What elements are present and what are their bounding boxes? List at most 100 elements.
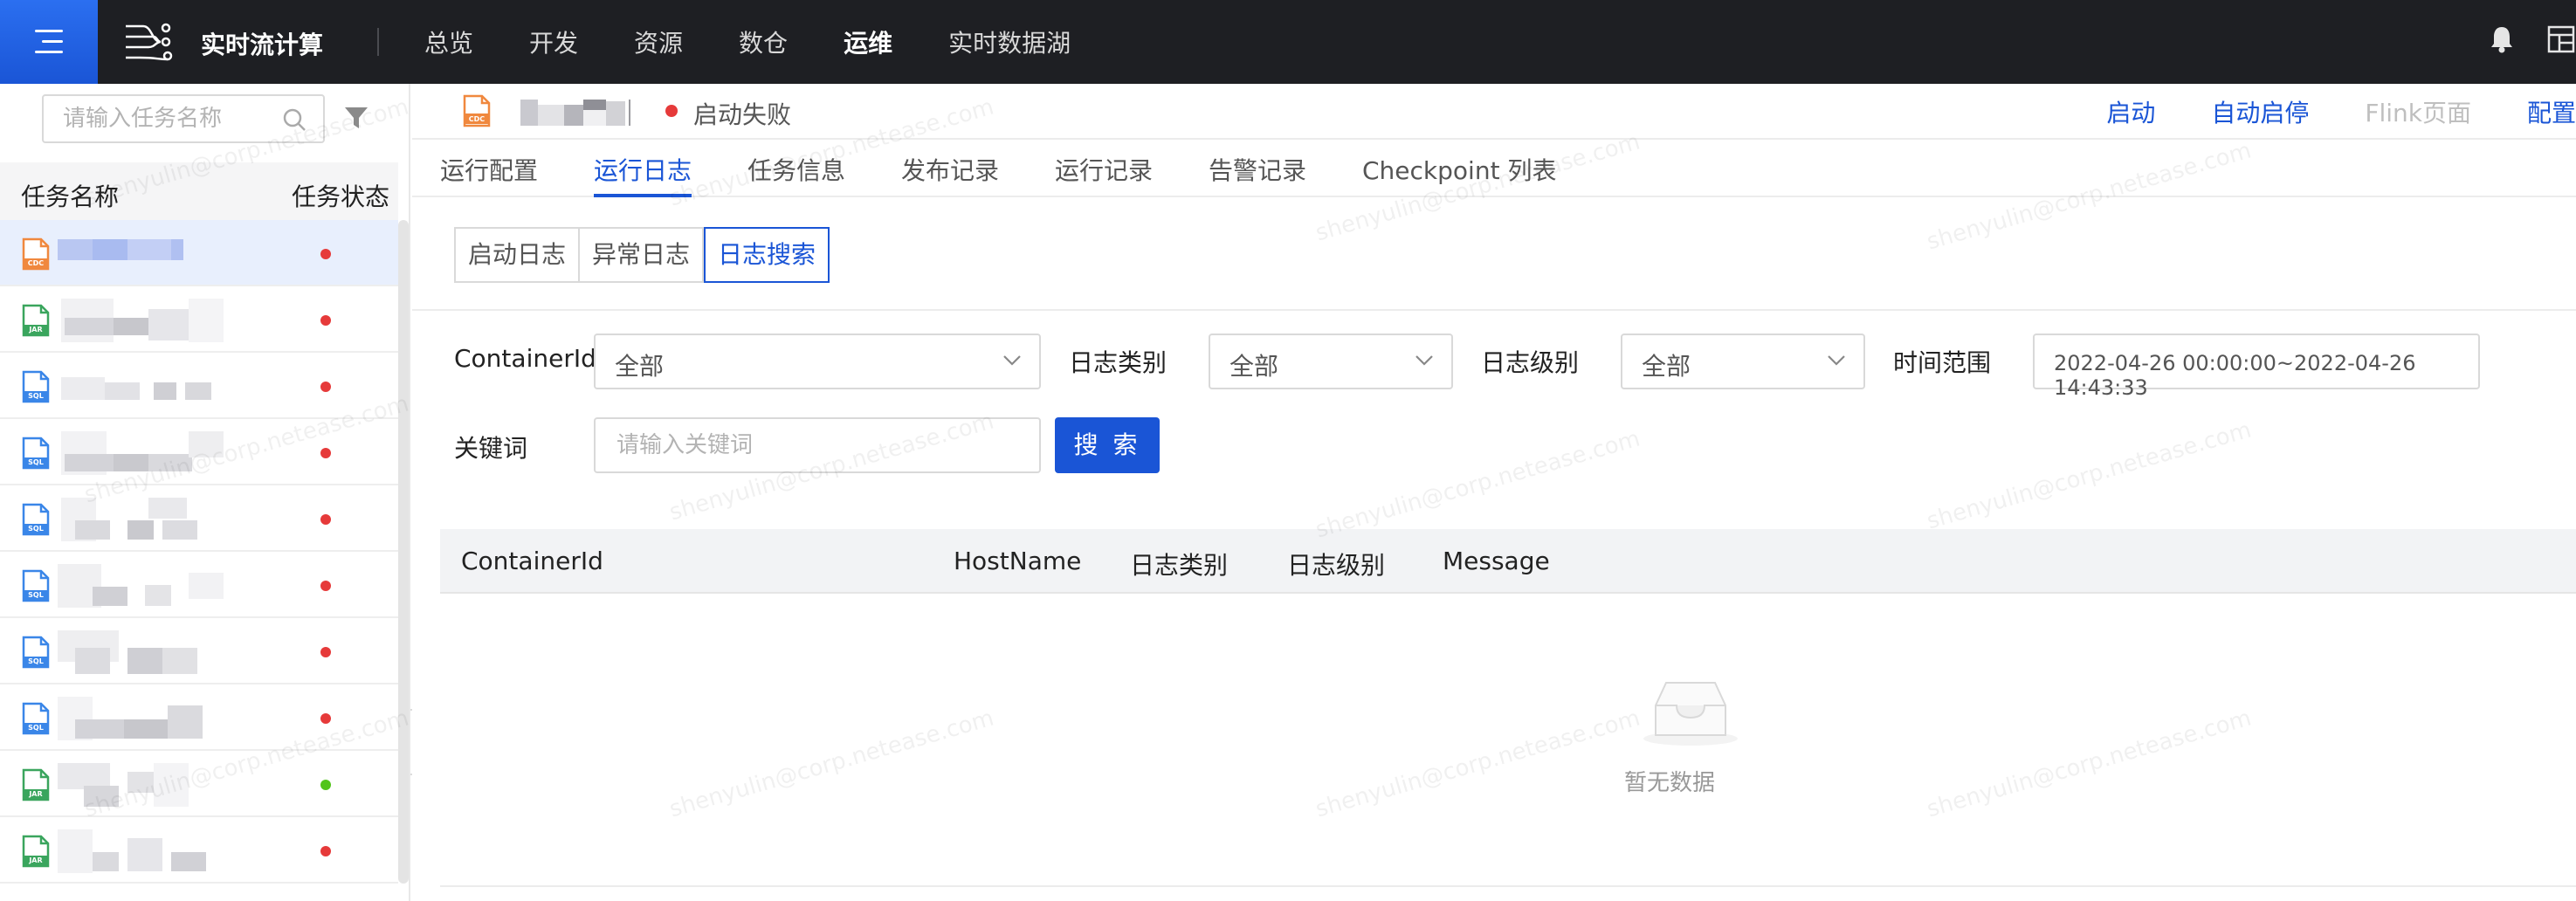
log-table-header: ContainerId HostName 日志类别 日志级别 Message bbox=[440, 529, 2576, 594]
config-button[interactable]: 配置 bbox=[2527, 94, 2576, 129]
menu-button[interactable] bbox=[0, 0, 98, 84]
flink-page-button[interactable]: Flink页面 bbox=[2365, 94, 2471, 129]
jar-file-icon: JAR bbox=[21, 835, 51, 868]
task-list-item[interactable]: SQL bbox=[0, 552, 398, 618]
nav-resources[interactable]: 资源 bbox=[634, 24, 683, 59]
container-id-label: ContainerId bbox=[454, 344, 596, 373]
tab-publish-records[interactable]: 发布记录 bbox=[901, 152, 999, 187]
jar-file-icon: JAR bbox=[21, 768, 51, 801]
time-range-picker[interactable]: 2022-04-26 00:00:00~2022-04-26 14:43:33 bbox=[2033, 334, 2480, 400]
task-name-redacted bbox=[58, 630, 227, 674]
task-status-text: 启动失败 bbox=[693, 100, 792, 129]
nav-ops[interactable]: 运维 bbox=[844, 24, 892, 59]
nav-data-lake[interactable]: 实时数据湖 bbox=[948, 24, 1071, 59]
section-divider bbox=[412, 309, 2576, 311]
search-button[interactable]: 搜 索 bbox=[1055, 417, 1160, 473]
sql-file-icon: SQL bbox=[21, 636, 51, 669]
log-type-value: 全部 bbox=[1229, 352, 1279, 381]
task-list-item[interactable]: JAR bbox=[0, 817, 398, 884]
col-task-name: 任务名称 bbox=[21, 182, 120, 211]
task-type-tag: SQL bbox=[23, 657, 49, 667]
task-type-tag: CDC bbox=[468, 115, 486, 123]
task-list-item[interactable]: SQL bbox=[0, 485, 398, 552]
subtab-log-search[interactable]: 日志搜索 bbox=[704, 227, 830, 283]
task-search-box bbox=[42, 94, 325, 143]
tab-run-config[interactable]: 运行配置 bbox=[440, 152, 538, 187]
sql-file-icon: SQL bbox=[21, 437, 51, 470]
auto-restart-button[interactable]: 自动启停 bbox=[2211, 94, 2309, 129]
task-status-dot bbox=[320, 514, 331, 525]
nav-overview[interactable]: 总览 bbox=[424, 24, 473, 59]
task-name-redacted bbox=[58, 564, 227, 608]
table-bottom-border bbox=[440, 885, 2576, 887]
task-status-dot bbox=[320, 581, 331, 591]
col-hostname: HostName bbox=[954, 547, 1082, 575]
task-status-dot bbox=[320, 780, 331, 790]
tab-run-records[interactable]: 运行记录 bbox=[1055, 152, 1153, 187]
tab-checkpoint-list[interactable]: Checkpoint 列表 bbox=[1362, 152, 1556, 187]
col-log-type: 日志类别 bbox=[1130, 551, 1229, 580]
task-list-item[interactable]: JAR bbox=[0, 751, 398, 817]
subtab-start-log[interactable]: 启动日志 bbox=[454, 227, 581, 283]
task-name-redacted bbox=[58, 697, 227, 740]
sql-file-icon: SQL bbox=[21, 569, 51, 602]
task-status-dot bbox=[320, 448, 331, 458]
task-type-tag: JAR bbox=[23, 856, 49, 866]
log-level-select[interactable]: 全部 bbox=[1621, 334, 1865, 389]
task-name-redacted bbox=[58, 498, 227, 541]
top-bar: 实时流计算 总览 开发 资源 数仓 运维 实时数据湖 bbox=[0, 0, 2576, 84]
tab-task-info[interactable]: 任务信息 bbox=[747, 152, 845, 187]
nav-develop[interactable]: 开发 bbox=[529, 24, 578, 59]
task-type-tag: SQL bbox=[23, 590, 49, 601]
task-status-dot bbox=[320, 713, 331, 724]
task-sidebar: 任务名称 任务状态 CDC JAR SQL SQL SQL SQL SQL SQL JAR JAR bbox=[0, 84, 410, 901]
hamburger-icon bbox=[35, 30, 63, 54]
task-name-redacted bbox=[58, 829, 227, 873]
col-log-level: 日志级别 bbox=[1287, 551, 1386, 580]
task-type-icon: CDC bbox=[463, 94, 491, 127]
task-type-tag: SQL bbox=[23, 723, 49, 733]
container-id-value: 全部 bbox=[615, 352, 665, 381]
container-id-select[interactable]: 全部 bbox=[594, 334, 1041, 389]
task-name-redacted bbox=[58, 365, 227, 409]
keyword-input[interactable] bbox=[594, 417, 1041, 473]
tab-run-log[interactable]: 运行日志 bbox=[594, 152, 692, 187]
bell-icon[interactable] bbox=[2489, 24, 2515, 54]
sidebar-scrollbar[interactable] bbox=[398, 220, 409, 884]
log-level-label: 日志级别 bbox=[1481, 348, 1580, 377]
task-list-item[interactable]: SQL bbox=[0, 618, 398, 684]
task-list-item[interactable]: JAR bbox=[0, 286, 398, 353]
task-list: CDC JAR SQL SQL SQL SQL SQL SQL JAR JAR bbox=[0, 220, 398, 884]
task-type-tag: CDC bbox=[23, 258, 49, 269]
sql-file-icon: SQL bbox=[21, 503, 51, 536]
start-button[interactable]: 启动 bbox=[2106, 94, 2155, 129]
task-actions: 启动 自动启停 Flink页面 配置 bbox=[2050, 94, 2576, 129]
cdc-file-icon: CDC bbox=[21, 237, 51, 271]
task-name-redacted bbox=[58, 232, 227, 276]
task-list-item[interactable]: SQL bbox=[0, 684, 398, 751]
nav-warehouse[interactable]: 数仓 bbox=[739, 24, 788, 59]
subtab-exception-log[interactable]: 异常日志 bbox=[580, 227, 705, 283]
chevron-down-icon bbox=[1415, 355, 1433, 366]
task-list-item[interactable]: CDC bbox=[0, 220, 398, 286]
task-status-dot bbox=[320, 846, 331, 856]
filter-icon[interactable] bbox=[343, 105, 369, 131]
col-message: Message bbox=[1443, 547, 1550, 575]
task-name-redacted bbox=[520, 96, 637, 127]
nav-divider bbox=[377, 28, 379, 56]
task-status-dot bbox=[320, 647, 331, 657]
task-list-item[interactable]: SQL bbox=[0, 419, 398, 485]
task-search-input[interactable] bbox=[44, 96, 262, 141]
tab-alert-records[interactable]: 告警记录 bbox=[1209, 152, 1306, 187]
task-list-item[interactable]: SQL bbox=[0, 353, 398, 419]
task-type-tag: SQL bbox=[23, 524, 49, 534]
task-name-redacted bbox=[58, 299, 227, 342]
layout-icon[interactable] bbox=[2546, 24, 2576, 54]
search-icon[interactable] bbox=[281, 107, 307, 133]
main-nav: 总览 开发 资源 数仓 运维 实时数据湖 bbox=[424, 24, 1126, 59]
app-title: 实时流计算 bbox=[201, 31, 324, 59]
col-task-status: 任务状态 bbox=[292, 182, 390, 211]
log-type-select[interactable]: 全部 bbox=[1209, 334, 1453, 389]
task-tabs: 运行配置 运行日志 任务信息 发布记录 运行记录 告警记录 Checkpoint… bbox=[412, 140, 2576, 197]
time-range-label: 时间范围 bbox=[1893, 348, 1992, 377]
